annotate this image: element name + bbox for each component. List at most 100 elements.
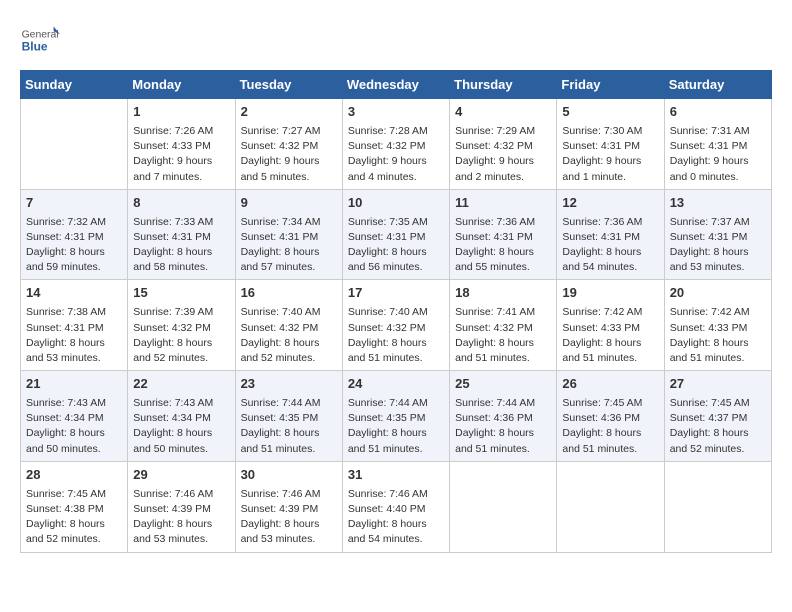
cell-info: Daylight: 8 hours <box>26 245 122 260</box>
cell-info: Sunrise: 7:30 AM <box>562 124 658 139</box>
day-number: 26 <box>562 375 658 394</box>
day-number: 30 <box>241 466 337 485</box>
cell-info: and 55 minutes. <box>455 260 551 275</box>
cell-info: Sunset: 4:33 PM <box>562 321 658 336</box>
cell-info: Daylight: 8 hours <box>241 336 337 351</box>
cell-info: Sunrise: 7:33 AM <box>133 215 229 230</box>
day-number: 12 <box>562 194 658 213</box>
cell-info: Sunrise: 7:43 AM <box>133 396 229 411</box>
day-number: 5 <box>562 103 658 122</box>
calendar-cell: 22Sunrise: 7:43 AMSunset: 4:34 PMDayligh… <box>128 371 235 462</box>
cell-info: Sunrise: 7:28 AM <box>348 124 444 139</box>
calendar-cell: 14Sunrise: 7:38 AMSunset: 4:31 PMDayligh… <box>21 280 128 371</box>
calendar-cell: 10Sunrise: 7:35 AMSunset: 4:31 PMDayligh… <box>342 189 449 280</box>
calendar-cell: 13Sunrise: 7:37 AMSunset: 4:31 PMDayligh… <box>664 189 771 280</box>
cell-info: Daylight: 8 hours <box>133 245 229 260</box>
calendar-cell: 20Sunrise: 7:42 AMSunset: 4:33 PMDayligh… <box>664 280 771 371</box>
header-cell-saturday: Saturday <box>664 71 771 99</box>
cell-info: and 0 minutes. <box>670 170 766 185</box>
cell-info: Sunset: 4:31 PM <box>241 230 337 245</box>
cell-info: Sunrise: 7:43 AM <box>26 396 122 411</box>
cell-info: Sunset: 4:40 PM <box>348 502 444 517</box>
cell-info: Daylight: 8 hours <box>133 517 229 532</box>
cell-info: Sunrise: 7:32 AM <box>26 215 122 230</box>
cell-info: Sunset: 4:36 PM <box>455 411 551 426</box>
cell-info: and 52 minutes. <box>670 442 766 457</box>
cell-info: Daylight: 8 hours <box>348 517 444 532</box>
cell-info: Sunset: 4:39 PM <box>241 502 337 517</box>
cell-info: and 51 minutes. <box>348 351 444 366</box>
cell-info: Sunset: 4:32 PM <box>241 321 337 336</box>
day-number: 31 <box>348 466 444 485</box>
cell-info: Sunrise: 7:44 AM <box>348 396 444 411</box>
cell-info: Sunset: 4:31 PM <box>562 230 658 245</box>
cell-info: and 2 minutes. <box>455 170 551 185</box>
day-number: 7 <box>26 194 122 213</box>
cell-info: Daylight: 8 hours <box>241 426 337 441</box>
cell-info: Daylight: 8 hours <box>670 336 766 351</box>
week-row-4: 21Sunrise: 7:43 AMSunset: 4:34 PMDayligh… <box>21 371 772 462</box>
cell-info: Daylight: 9 hours <box>133 154 229 169</box>
cell-info: and 58 minutes. <box>133 260 229 275</box>
day-number: 8 <box>133 194 229 213</box>
calendar-cell: 8 Sunrise: 7:33 AMSunset: 4:31 PMDaylight… <box>128 189 235 280</box>
cell-info: Daylight: 8 hours <box>670 245 766 260</box>
header-cell-tuesday: Tuesday <box>235 71 342 99</box>
cell-info: Daylight: 8 hours <box>26 336 122 351</box>
calendar-cell: 29Sunrise: 7:46 AMSunset: 4:39 PMDayligh… <box>128 461 235 552</box>
day-number: 22 <box>133 375 229 394</box>
cell-info: Sunrise: 7:45 AM <box>26 487 122 502</box>
cell-info: Sunset: 4:32 PM <box>348 321 444 336</box>
day-number: 1 <box>133 103 229 122</box>
cell-info: Sunrise: 7:46 AM <box>348 487 444 502</box>
cell-info: and 51 minutes. <box>562 351 658 366</box>
calendar-cell: 17Sunrise: 7:40 AMSunset: 4:32 PMDayligh… <box>342 280 449 371</box>
calendar-cell: 26Sunrise: 7:45 AMSunset: 4:36 PMDayligh… <box>557 371 664 462</box>
day-number: 13 <box>670 194 766 213</box>
calendar-cell: 31 Sunrise: 7:46 AMSunset: 4:40 PMDayligh… <box>342 461 449 552</box>
calendar-cell: 6Sunrise: 7:31 AMSunset: 4:31 PMDaylight… <box>664 99 771 190</box>
calendar-cell: 28Sunrise: 7:45 AMSunset: 4:38 PMDayligh… <box>21 461 128 552</box>
calendar-table: SundayMondayTuesdayWednesdayThursdayFrid… <box>20 70 772 553</box>
cell-info: Daylight: 8 hours <box>348 336 444 351</box>
header-cell-thursday: Thursday <box>450 71 557 99</box>
calendar-cell: 25Sunrise: 7:44 AMSunset: 4:36 PMDayligh… <box>450 371 557 462</box>
cell-info: Sunset: 4:31 PM <box>133 230 229 245</box>
cell-info: Sunrise: 7:38 AM <box>26 305 122 320</box>
day-number: 9 <box>241 194 337 213</box>
calendar-cell: 27Sunrise: 7:45 AMSunset: 4:37 PMDayligh… <box>664 371 771 462</box>
cell-info: Sunset: 4:31 PM <box>670 139 766 154</box>
cell-info: Daylight: 9 hours <box>241 154 337 169</box>
calendar-cell: 1Sunrise: 7:26 AMSunset: 4:33 PMDaylight… <box>128 99 235 190</box>
page-header: General Blue <box>20 20 772 60</box>
header-cell-wednesday: Wednesday <box>342 71 449 99</box>
cell-info: Daylight: 8 hours <box>26 426 122 441</box>
cell-info: Sunrise: 7:29 AM <box>455 124 551 139</box>
cell-info: Daylight: 8 hours <box>562 426 658 441</box>
cell-info: Sunset: 4:34 PM <box>133 411 229 426</box>
cell-info: Sunset: 4:31 PM <box>26 230 122 245</box>
day-number: 27 <box>670 375 766 394</box>
cell-info: Daylight: 8 hours <box>670 426 766 441</box>
calendar-cell: 21Sunrise: 7:43 AMSunset: 4:34 PMDayligh… <box>21 371 128 462</box>
calendar-cell: 4Sunrise: 7:29 AMSunset: 4:32 PMDaylight… <box>450 99 557 190</box>
cell-info: and 52 minutes. <box>241 351 337 366</box>
cell-info: Sunset: 4:35 PM <box>241 411 337 426</box>
day-number: 4 <box>455 103 551 122</box>
cell-info: Daylight: 9 hours <box>455 154 551 169</box>
calendar-cell: 18Sunrise: 7:41 AMSunset: 4:32 PMDayligh… <box>450 280 557 371</box>
cell-info: and 54 minutes. <box>348 532 444 547</box>
day-number: 10 <box>348 194 444 213</box>
day-number: 25 <box>455 375 551 394</box>
header-cell-friday: Friday <box>557 71 664 99</box>
cell-info: Sunrise: 7:46 AM <box>241 487 337 502</box>
cell-info: Sunrise: 7:27 AM <box>241 124 337 139</box>
cell-info: and 1 minute. <box>562 170 658 185</box>
day-number: 23 <box>241 375 337 394</box>
week-row-3: 14Sunrise: 7:38 AMSunset: 4:31 PMDayligh… <box>21 280 772 371</box>
day-number: 18 <box>455 284 551 303</box>
calendar-cell: 24Sunrise: 7:44 AMSunset: 4:35 PMDayligh… <box>342 371 449 462</box>
calendar-cell: 23Sunrise: 7:44 AMSunset: 4:35 PMDayligh… <box>235 371 342 462</box>
cell-info: Sunrise: 7:34 AM <box>241 215 337 230</box>
day-number: 15 <box>133 284 229 303</box>
